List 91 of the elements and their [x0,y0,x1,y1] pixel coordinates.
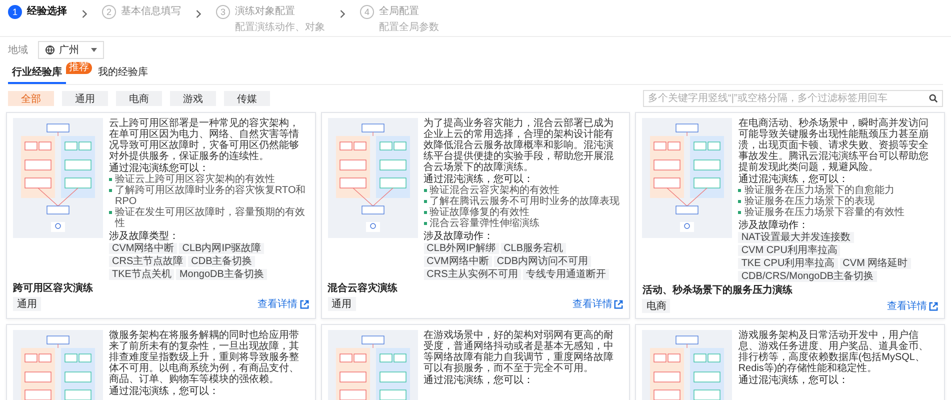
benefits-heading: 通过混沌演练，您可以： [424,174,535,185]
faults-heading: 涉及故障动作： [738,220,810,231]
bullet-icon [109,178,112,181]
bullet-icon [738,211,742,214]
search-icon [929,94,938,103]
fault-tag: CLB内网IP驱故障 [179,243,264,254]
external-link-icon [300,300,309,308]
chevron-icon [339,9,346,19]
bullet-icon [424,200,427,203]
region-label: 地域 [8,44,28,57]
scenario-description: 云上跨可用区部署是一种常见的容灾架构，在单可用区因为电力、网络、自然灾害等情况导致可用区故障时，灾备可用区仍然能够对外提供服务，保证服务的连续性。 [109,118,300,162]
fault-tag: CRS主节点故障 [109,256,186,267]
scenario-card[interactable]: 游戏服务架构及日常活动开发中，用户信息、游戏任务进度、用户奖品、道具金币、排行榜等，高度依赖数据库(包括MySQL、Redis等)的存储性能和稳定性。 通过混沌演练，您可以： [635,324,945,400]
fault-tag: CDB主备切换 [188,256,256,267]
category-tag: 电商 [642,299,670,313]
scenario-description: 游戏服务架构及日常活动开发中，用户信息、游戏任务进度、用户奖品、道具金币、排行榜等，高度依赖数据库(包括MySQL、Redis等)的存储性能和稳定性。 [738,330,930,374]
benefits-heading: 通过混沌演练，您可以： [738,174,850,185]
fault-tag: 专线专用通道断开 [522,269,609,280]
fault-tag: NAT设置最大并发连接数 [738,232,854,243]
step-title[interactable]: 经验选择 [27,5,67,19]
scenario-card[interactable]: 微服务架构在将服务解耦的同时也给应用带来了前所未有的复杂性，一旦出现故障，其排查难度呈指数级上升，重则将导致服务整体不可用。以电商系统为例，有商品支付、商品、订单、购物车等模块的强依赖。 通过混沌演练，您可以： [6,324,316,400]
step-number: 2 [102,5,116,19]
bullet-icon [424,222,427,225]
bullet-icon [424,189,427,192]
scenario-card[interactable] [320,112,630,319]
benefit-item: 验证在发生可用区故障时，容量预期的有效性 [115,207,306,229]
category-chip[interactable]: 通用 [62,91,108,106]
fault-tag: CDB内网访问不可用 [494,256,592,267]
scenario-description: 在电商活动、秒杀场景中，瞬时高并发访问可能导致关键服务出现性能瓶颈压力甚至崩溃，出现页面卡顿、请求失败、资损等安全事故发生。腾讯云混沌演练平台可以帮助您提前发现此类问题，规避风险。 [738,118,930,173]
view-details-link[interactable]: 查看详情 [572,297,624,311]
faults-heading: 涉及故障动作： [424,231,495,242]
bullet-icon [109,189,112,192]
category-tag: 通用 [328,297,356,311]
external-link-icon [614,300,624,308]
fault-tag: MongoDB主备切换 [176,269,267,280]
benefits-heading: 通过混沌演练，您可以： [109,386,220,397]
benefit-item: 验证故障修复的有效性 [430,207,530,218]
benefits-heading: 通过混沌演练，您可以： [738,375,850,386]
benefit-item: 了解在腾讯云服务不可用时业务的故障表现 [430,196,620,207]
benefits-heading: 通过混沌演练您可以： [109,163,209,174]
benefit-item: 验证云上跨可用区容灾架构的有效性 [115,174,275,185]
faults-heading: 涉及故障类型： [109,231,180,242]
benefits-heading: 通过混沌演练，您可以： [424,375,535,386]
bullet-icon [109,211,112,214]
step-number: 3 [216,5,230,19]
fault-tag: CVM 网络延时 [840,258,911,269]
recommend-badge: 推荐 [66,62,92,74]
bullet-icon [424,211,427,214]
bullet-icon [738,189,742,192]
step-subtitle: 配置演练动作、对象 [235,20,325,34]
region-select[interactable]: 广州 [38,41,104,59]
fault-tag: CRS主从实例不可用 [424,269,521,280]
view-details-link[interactable]: 查看详情 [258,297,309,311]
scenario-card[interactable] [6,112,316,319]
scenario-description: 在游戏场景中，好的架构对弱网有更高的耐受度，普通网络抖动或者是基本无感知，中等网络故障有能力自我调节，重度网络故障可以有损服务，而不至于完全不可用。 [424,330,615,374]
fault-tag: CVM网络中断 [424,256,492,267]
scenario-card[interactable] [635,112,945,319]
caret-icon [91,48,97,52]
bullet-icon [738,200,742,203]
scenario-card[interactable]: 在游戏场景中，好的架构对弱网有更高的耐受度，普通网络抖动或者是基本无感知，中等网络故障有能力自我调节，重度网络故障可以有损服务，而不至于完全不可用。 通过混沌演练，您可以： [320,324,630,400]
chevron-icon [195,9,202,19]
benefit-item: 验证混合云容灾架构的有效性 [430,185,560,196]
fault-tag: TKE CPU利用率拉高 [738,258,838,269]
benefit-item: 了解跨可用区故障时业务的容灾恢复RTO和RPO [115,185,307,207]
benefit-item: 验证服务在压力场景下容量的有效性 [744,207,904,218]
scenario-description: 微服务架构在将服务解耦的同时也给应用带来了前所未有的复杂性，一旦出现故障，其排查难度呈指数级上升，重则将导致服务整体不可用。以电商系统为例，有商品支付、商品、订单、购物车等模块的强依赖。 [109,330,300,385]
category-chip[interactable]: 游戏 [170,91,216,106]
fault-tag: TKE节点关机 [109,269,174,280]
fault-tag: CLB服务宕机 [500,243,566,254]
scenario-description: 为了提高业务容灾能力，混合云部署已成为企业上云的常用选择，合理的架构设计能有效降低混合云服务故障概率和影响。混沌演练平台提供便捷的实验手段，帮助您开展混合云场景下的故障演练。 [424,118,615,173]
category-chip[interactable]: 电商 [116,91,162,106]
fault-tag: CLB外网IP解绑 [424,243,499,254]
benefit-item: 验证服务在压力场景下的自愈能力 [744,185,894,196]
chevron-icon [81,9,88,19]
external-link-icon [928,302,938,310]
step-number: 1 [8,5,22,19]
scenario-title: 活动、秒杀场景下的服务压力演练 [642,285,794,297]
library-tab[interactable]: 我的经验库 [94,62,152,84]
category-tag: 通用 [13,297,41,311]
fault-tag: CDB/CRS/MongoDB主备切换 [738,271,877,282]
step-subtitle: 配置全局参数 [379,20,439,34]
step-number: 4 [360,5,374,19]
view-details-link[interactable]: 查看详情 [886,299,938,313]
benefit-item: 混合云容量弹性伸缩演练 [430,218,540,229]
globe-icon [45,45,55,55]
fault-tag: CVM CPU利用率拉高 [738,245,840,256]
scenario-title: 混合云容灾演练 [328,283,399,295]
fault-tag: CVM网络中断 [109,243,178,254]
benefit-item: 验证服务在压力场景下的表现 [744,196,874,207]
category-chip[interactable]: 传媒 [224,91,270,106]
scenario-title: 跨可用区容灾演练 [13,283,94,295]
